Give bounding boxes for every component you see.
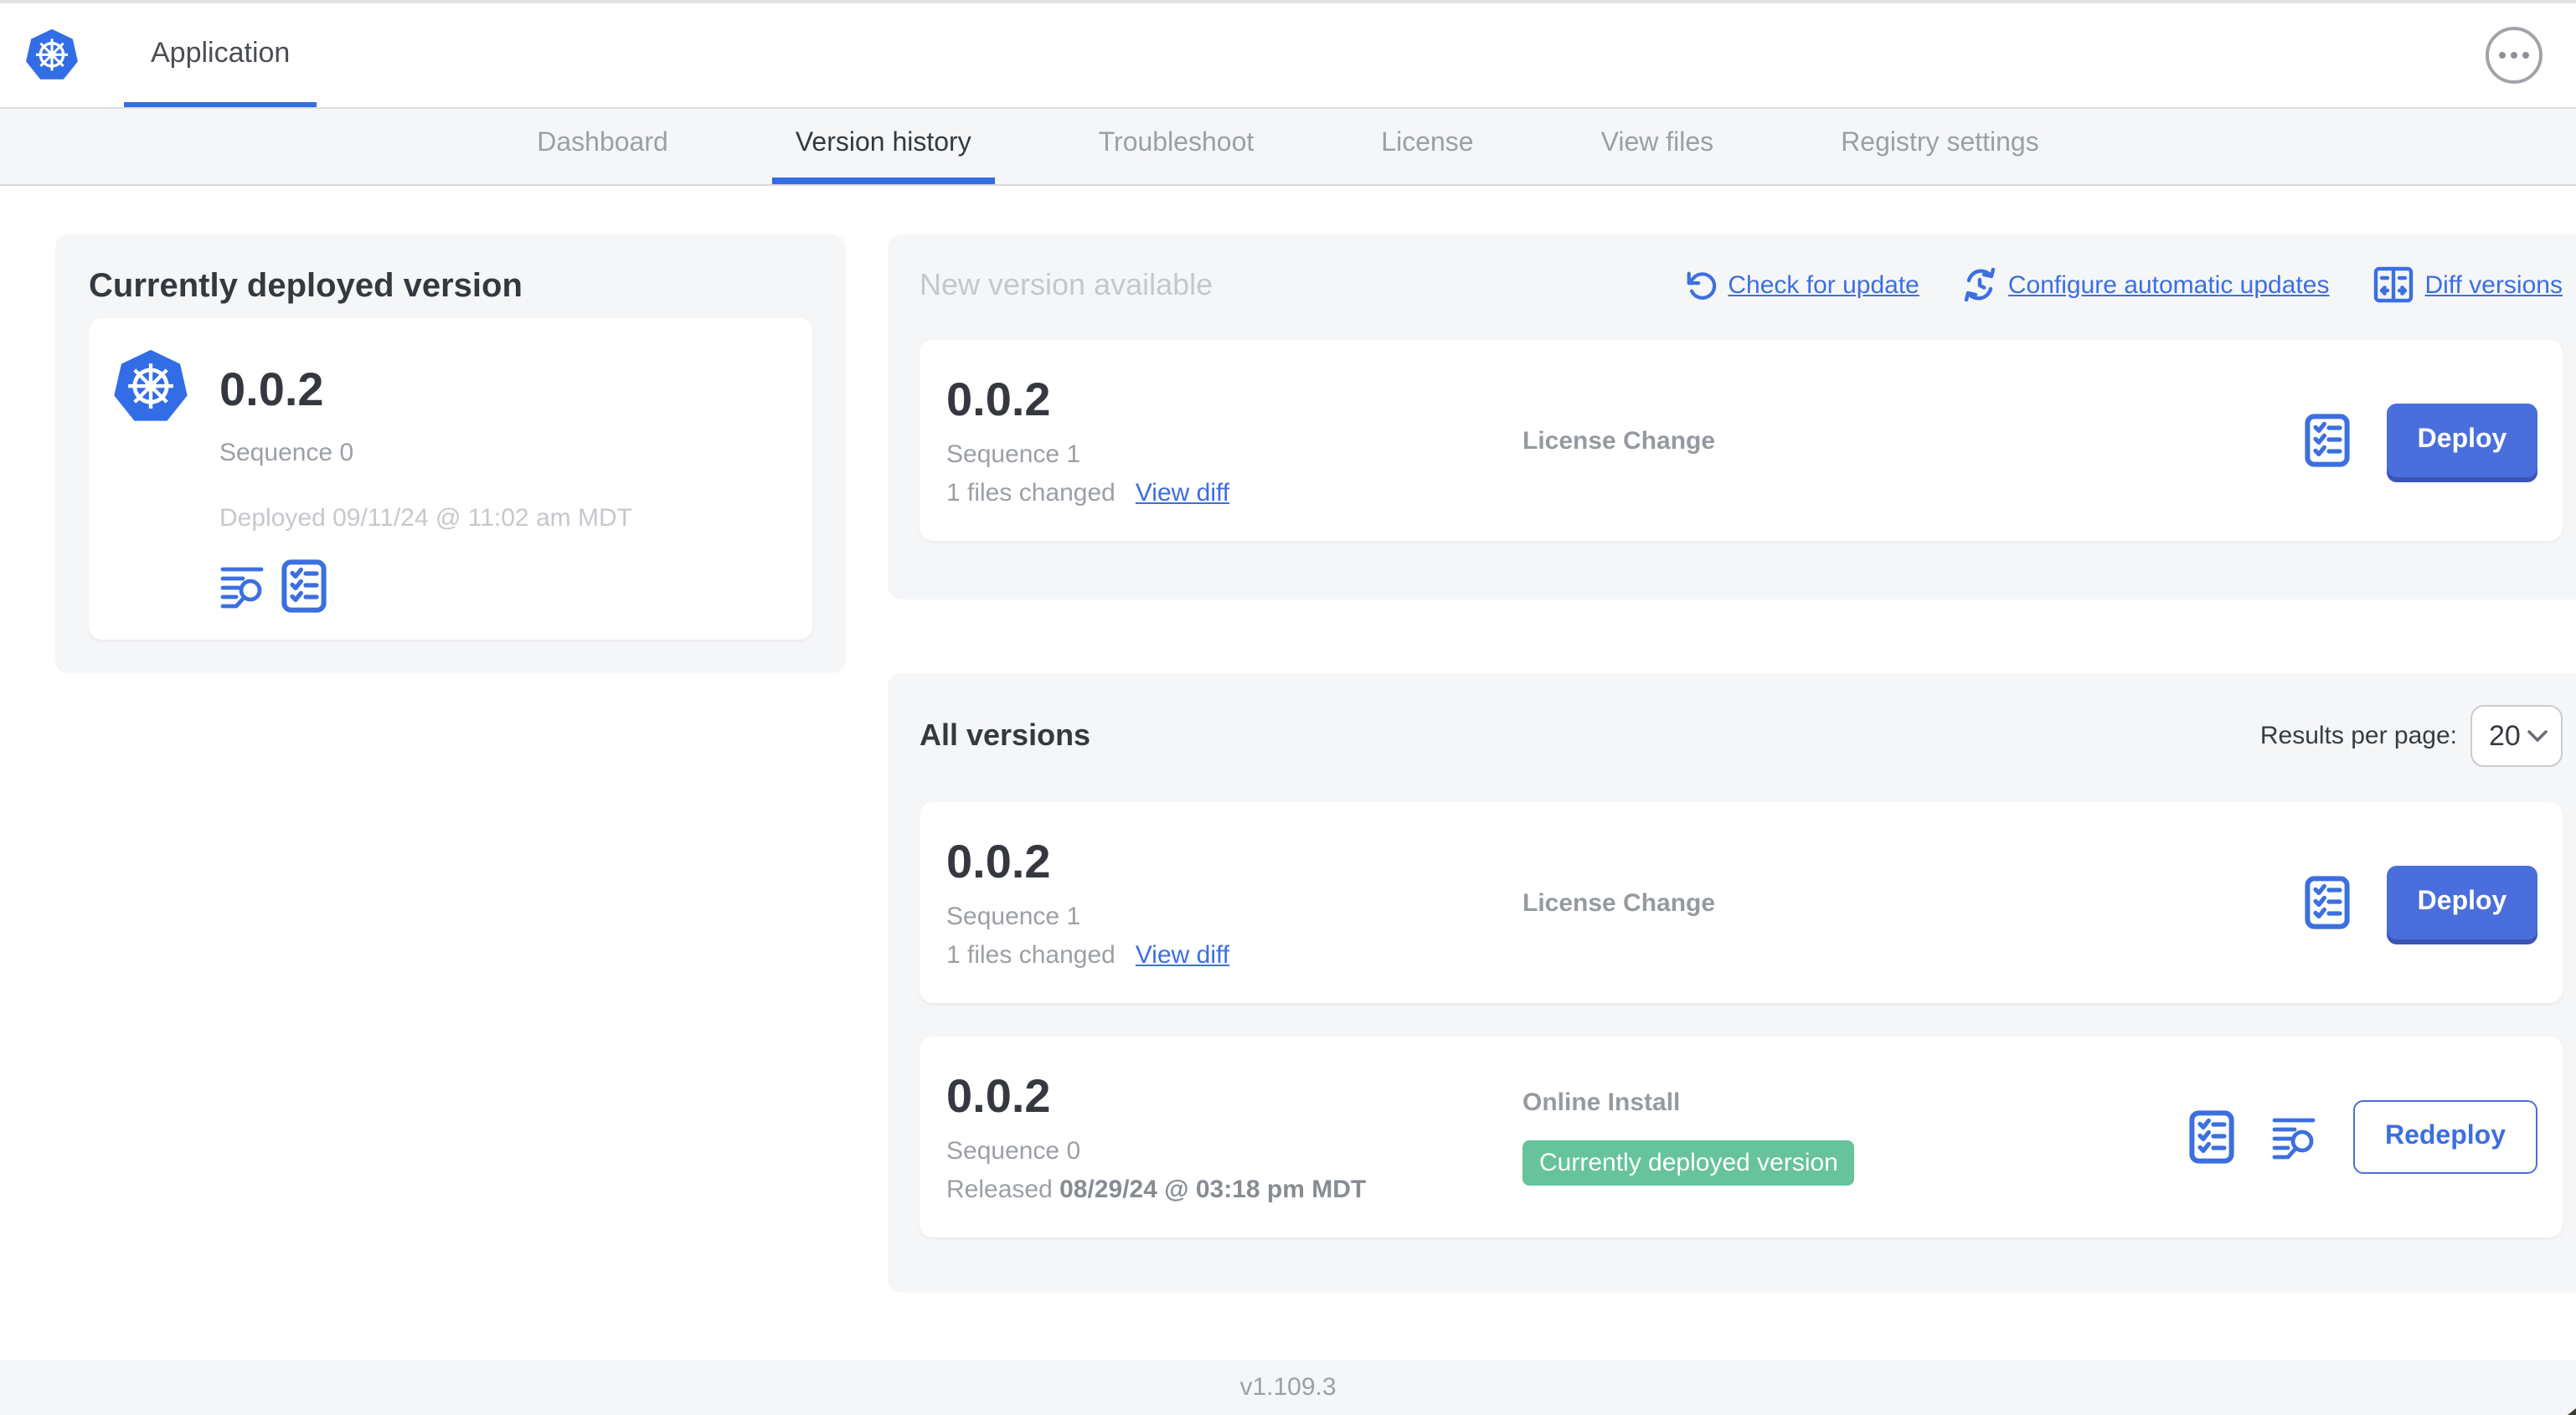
kubernetes-logo-icon [111,345,191,429]
app-header: Application [0,3,2576,107]
tab-troubleshoot[interactable]: Troubleshoot [1075,109,1278,184]
view-diff-link[interactable]: View diff [1136,478,1229,507]
redeploy-button[interactable]: Redeploy [2352,1100,2537,1174]
app-tab[interactable]: Application [124,3,317,107]
deployed-version-number: 0.0.2 [219,363,324,415]
currently-deployed-version-card: 0.0.2 Sequence 0 Deployed 09/11/24 @ 11:… [89,318,812,640]
source-label: License Change [1522,888,1716,917]
diff-icon [2372,266,2413,303]
chevron-down-icon [2527,730,2548,742]
cursor-artifact [2568,1408,2576,1415]
files-changed-line: 1 files changed View diff [946,940,1522,969]
deploy-button[interactable]: Deploy [2387,404,2537,477]
row-actions: Deploy [2305,404,2563,477]
version-info: 0.0.2 Sequence 1 1 files changed View di… [946,373,1522,507]
currently-deployed-title: Currently deployed version [89,268,523,305]
new-version-row: 0.0.2 Sequence 1 1 files changed View di… [920,340,2563,541]
source-label: Online Install [1522,1088,1681,1117]
preflight-checks-icon[interactable] [2305,414,2350,467]
version-info: 0.0.2 Sequence 1 1 files changed View di… [946,836,1522,969]
files-changed-text: 1 files changed [946,478,1115,507]
deployed-actions [219,559,632,613]
version-source: Online Install Currently deployed versio… [1522,1088,2189,1186]
app-footer: v1.109.3 [0,1360,2576,1415]
preflight-checks-icon[interactable] [2305,876,2350,929]
version-sequence: Sequence 0 [946,1136,1081,1165]
preflight-checks-icon[interactable] [281,559,327,613]
version-sequence: Sequence 1 [946,440,1081,468]
all-versions-section: All versions Results per page: 20 0.0.2 … [888,673,2576,1293]
row-actions: Deploy [2305,866,2563,939]
version-source: License Change [1522,888,2305,917]
header-right [2486,3,2576,107]
tab-license[interactable]: License [1358,109,1497,184]
configure-automatic-updates-link[interactable]: Configure automatic updates [1963,268,2329,301]
preflight-checks-icon[interactable] [2189,1110,2234,1164]
new-version-title: New version available [920,267,1213,301]
tab-view-files[interactable]: View files [1578,109,1738,184]
tab-dashboard[interactable]: Dashboard [513,109,692,184]
new-version-header: New version available Check for update C… [888,234,2576,303]
deploy-button[interactable]: Deploy [2387,866,2537,939]
all-versions-header: All versions Results per page: 20 [888,673,2576,767]
view-logs-icon[interactable] [219,563,265,609]
version-number: 0.0.2 [946,373,1051,424]
deployed-timestamp: Deployed 09/11/24 @ 11:02 am MDT [219,504,632,533]
results-per-page-label: Results per page: [2259,722,2457,750]
source-label: License Change [1522,426,1716,455]
currently-deployed-badge: Currently deployed version [1522,1140,1855,1186]
results-per-page: Results per page: 20 [2260,705,2563,767]
currently-deployed-card: Currently deployed version 0.0.2 Sequenc… [55,234,846,673]
nav-tabs: Dashboard Version history Troubleshoot L… [0,107,2576,186]
view-logs-icon[interactable] [2271,1114,2316,1160]
auto-update-icon [1963,268,1996,301]
more-menu-button[interactable] [2486,27,2543,84]
version-sequence: Sequence 1 [946,902,1081,930]
released-timestamp: Released 08/29/24 @ 03:18 pm MDT [946,1175,1367,1203]
ellipsis-icon [2499,52,2506,59]
files-changed-text: 1 files changed [946,940,1115,969]
page: Application Dashboard Version history Tr… [0,0,2576,1415]
version-row: 0.0.2 Sequence 0 Released 08/29/24 @ 03:… [920,1037,2563,1237]
files-changed-line: 1 files changed View diff [946,478,1522,507]
version-source: License Change [1522,426,2305,455]
version-number: 0.0.2 [946,1069,1051,1121]
view-diff-link[interactable]: View diff [1136,940,1229,969]
app-logo-wrap [0,3,80,107]
version-info: 0.0.2 Sequence 0 Released 08/29/24 @ 03:… [946,1069,1522,1203]
new-version-actions: Check for update Configure automatic upd… [1684,266,2563,303]
version-row: 0.0.2 Sequence 1 1 files changed View di… [920,802,2563,1003]
app-tab-label: Application [151,36,291,68]
deployed-sequence: Sequence 0 [219,439,354,467]
tab-version-history[interactable]: Version history [771,109,995,184]
version-number: 0.0.2 [946,835,1051,887]
results-per-page-select[interactable]: 20 [2470,705,2563,767]
refresh-icon [1684,269,1716,301]
kubernetes-logo-icon [24,28,80,81]
row-actions: Redeploy [2189,1100,2563,1174]
console-version: v1.109.3 [1239,1373,1337,1402]
deployed-version-info: 0.0.2 Sequence 0 Deployed 09/11/24 @ 11:… [219,345,632,640]
tab-registry-settings[interactable]: Registry settings [1817,109,2063,184]
diff-versions-link[interactable]: Diff versions [2372,266,2563,303]
all-versions-title: All versions [920,718,1091,752]
new-version-available-section: New version available Check for update C… [888,234,2576,599]
check-for-update-link[interactable]: Check for update [1684,269,1919,301]
